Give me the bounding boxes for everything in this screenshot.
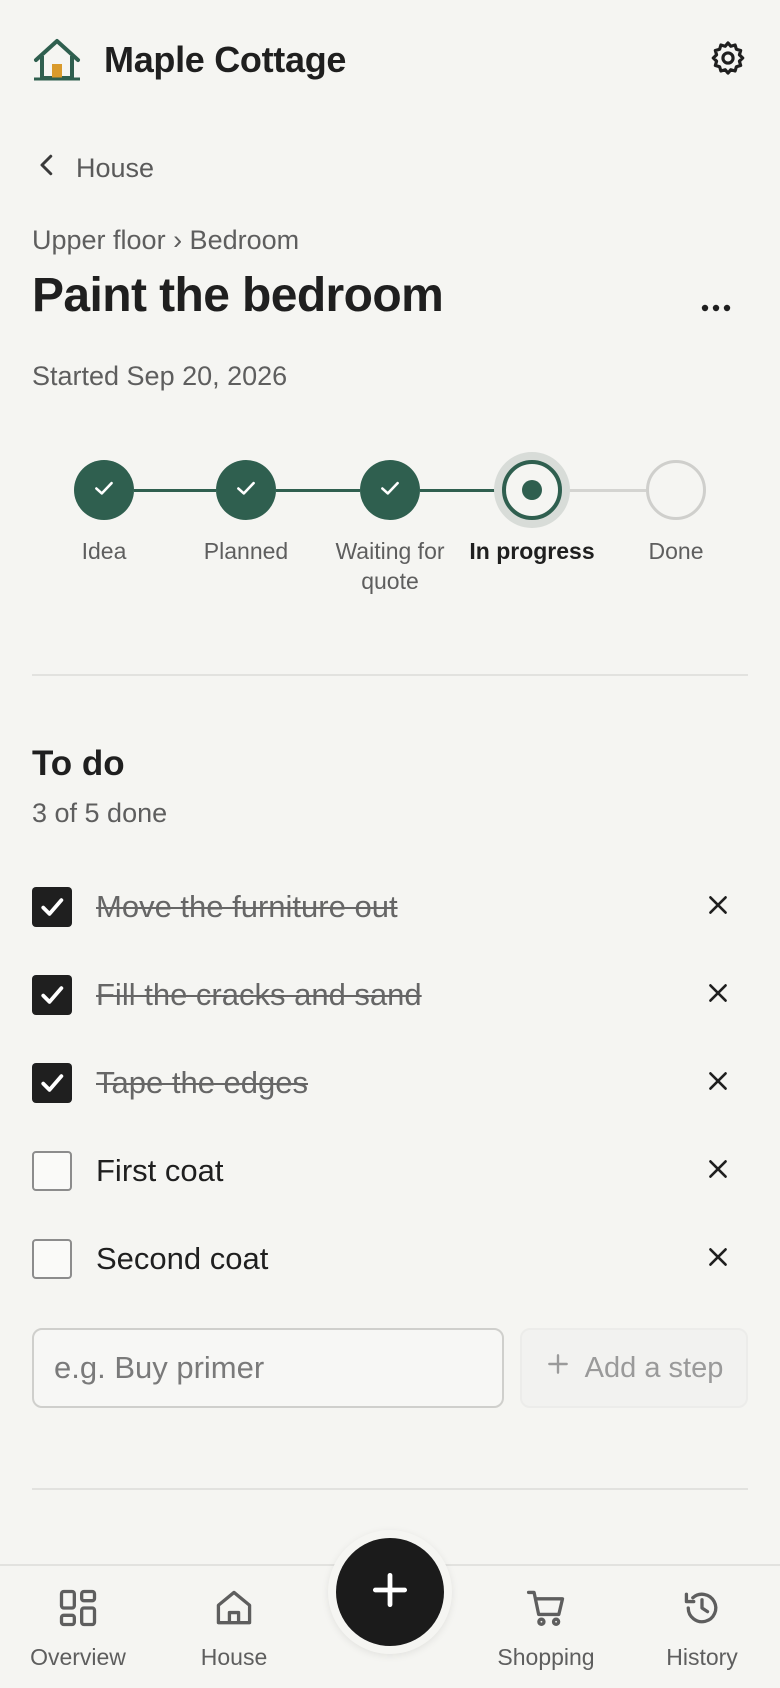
close-icon: [705, 1068, 731, 1099]
stepper-line-4: [562, 489, 646, 492]
nav-label-overview: Overview: [30, 1644, 126, 1670]
section-divider: [32, 1488, 748, 1490]
close-icon: [705, 1244, 731, 1275]
close-icon: [705, 892, 731, 923]
nav-item-house[interactable]: House: [156, 1586, 312, 1676]
more-horizontal-icon: [701, 299, 731, 317]
list-item: Move the furniture out: [32, 877, 748, 937]
nav-label-history: History: [666, 1644, 738, 1670]
app-header: Maple Cottage: [0, 0, 780, 120]
check-icon: [233, 475, 259, 506]
back-link[interactable]: House: [32, 148, 154, 188]
new-step-input[interactable]: [32, 1328, 504, 1408]
add-step-button[interactable]: Add a step: [520, 1328, 748, 1408]
step-waiting-for-quote[interactable]: [360, 460, 420, 520]
nav-item-history[interactable]: History: [624, 1586, 780, 1676]
add-step-label: Add a step: [584, 1351, 724, 1384]
todo-text: First coat: [96, 1153, 224, 1188]
nav-item-overview[interactable]: Overview: [0, 1586, 156, 1676]
nav-label-house: House: [200, 1644, 268, 1670]
checkbox[interactable]: [32, 975, 72, 1015]
back-link-label: House: [76, 152, 155, 183]
stepper-line-3: [420, 489, 502, 492]
remove-item-button[interactable]: [698, 1239, 738, 1279]
step-label-idea: Idea: [81, 538, 127, 564]
close-icon: [705, 980, 731, 1011]
status-stepper: Idea Planned Waiting for quote In progre…: [0, 440, 780, 610]
check-icon: [91, 475, 117, 506]
plus-icon: [545, 1351, 571, 1385]
grid-icon: [56, 1586, 100, 1635]
house-logo-icon: [32, 36, 82, 84]
current-step-dot: [522, 480, 542, 500]
list-item: Fill the cracks and sand: [32, 965, 748, 1025]
checkbox[interactable]: [32, 887, 72, 927]
remove-item-button[interactable]: [698, 975, 738, 1015]
breadcrumb: Upper floor › Bedroom: [32, 225, 300, 255]
close-icon: [705, 1156, 731, 1187]
app-title: Maple Cottage: [104, 39, 347, 80]
todo-text: Fill the cracks and sand: [96, 977, 422, 1012]
remove-item-button[interactable]: [698, 1151, 738, 1191]
checkbox[interactable]: [32, 1239, 72, 1279]
step-label-planned: Planned: [203, 538, 289, 564]
nav-label-shopping: Shopping: [497, 1644, 595, 1670]
stepper-line-2: [276, 489, 360, 492]
step-label-done: Done: [648, 538, 704, 564]
stepper-line-1: [134, 489, 216, 492]
page-title: Paint the bedroom: [32, 269, 444, 322]
checkbox[interactable]: [32, 1063, 72, 1103]
list-item: Second coat: [32, 1229, 748, 1289]
history-icon: [680, 1586, 724, 1635]
check-icon: [377, 475, 403, 506]
step-planned[interactable]: [216, 460, 276, 520]
started-date: Started Sep 20, 2026: [32, 361, 288, 391]
step-idea[interactable]: [74, 460, 134, 520]
section-divider: [32, 674, 748, 676]
list-item: First coat: [32, 1141, 748, 1201]
step-label-waiting-for-quote: Waiting for quote: [335, 538, 445, 594]
add-button[interactable]: [336, 1538, 444, 1646]
todo-text: Move the furniture out: [96, 889, 398, 924]
gear-icon: [709, 39, 747, 82]
nav-item-shopping[interactable]: Shopping: [468, 1586, 624, 1676]
list-item: Tape the edges: [32, 1053, 748, 1113]
todo-text: Second coat: [96, 1241, 269, 1276]
home-icon: [212, 1586, 256, 1635]
plus-icon: [368, 1568, 412, 1617]
todo-progress: 3 of 5 done: [32, 798, 168, 828]
settings-button[interactable]: [704, 36, 752, 84]
step-done[interactable]: [646, 460, 706, 520]
remove-item-button[interactable]: [698, 887, 738, 927]
remove-item-button[interactable]: [698, 1063, 738, 1103]
step-in-progress[interactable]: [502, 460, 562, 520]
chevron-left-icon: [32, 150, 62, 187]
todo-text: Tape the edges: [96, 1065, 309, 1100]
checkbox[interactable]: [32, 1151, 72, 1191]
cart-icon: [524, 1586, 568, 1635]
more-options-button[interactable]: [690, 288, 742, 328]
todo-section-title: To do: [32, 744, 125, 783]
step-label-in-progress: In progress: [469, 538, 595, 564]
